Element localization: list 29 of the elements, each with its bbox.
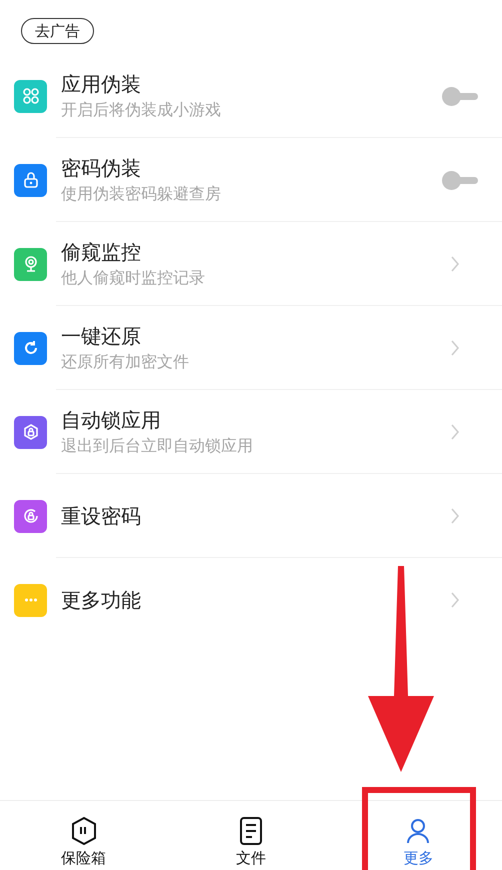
settings-row[interactable]: 密码伪装 使用伪装密码躲避查房 — [0, 138, 502, 222]
row-title: 自动锁应用 — [61, 407, 162, 434]
chevron-right-icon — [450, 423, 460, 441]
row-subtitle: 还原所有加密文件 — [61, 351, 190, 373]
shield-icon — [70, 816, 98, 846]
settings-row[interactable]: 一键还原 还原所有加密文件 — [0, 306, 502, 390]
nav-tab[interactable]: 文件 — [167, 801, 335, 870]
chevron-right-icon — [450, 339, 460, 357]
row-title: 更多功能 — [61, 587, 142, 614]
settings-row[interactable]: 自动锁应用 退出到后台立即自动锁应用 — [0, 390, 502, 474]
row-title: 应用伪装 — [61, 71, 142, 98]
settings-row[interactable]: 应用伪装 开启后将伪装成小游戏 — [0, 54, 502, 138]
nav-tab[interactable]: 保险箱 — [0, 801, 168, 870]
chevron-right-icon — [450, 507, 460, 525]
row-subtitle: 开启后将伪装成小游戏 — [61, 99, 222, 121]
row-subtitle: 退出到后台立即自动锁应用 — [61, 435, 254, 457]
row-subtitle: 他人偷窥时监控记录 — [61, 267, 206, 289]
settings-row[interactable]: 更多功能 — [0, 558, 502, 642]
chevron-right-icon — [450, 591, 460, 609]
row-title: 重设密码 — [61, 503, 142, 530]
nav-tab[interactable]: 更多 — [334, 801, 502, 870]
row-subtitle: 使用伪装密码躲避查房 — [61, 183, 222, 205]
remove-ads-button[interactable]: 去广告 — [21, 18, 94, 44]
settings-row[interactable]: 重设密码 — [0, 474, 502, 558]
chevron-right-icon — [450, 255, 460, 273]
settings-row[interactable]: 偷窥监控 他人偷窥时监控记录 — [0, 222, 502, 306]
row-title: 偷窥监控 — [61, 239, 142, 266]
row-title: 一键还原 — [61, 323, 142, 350]
row-title: 密码伪装 — [61, 155, 142, 182]
